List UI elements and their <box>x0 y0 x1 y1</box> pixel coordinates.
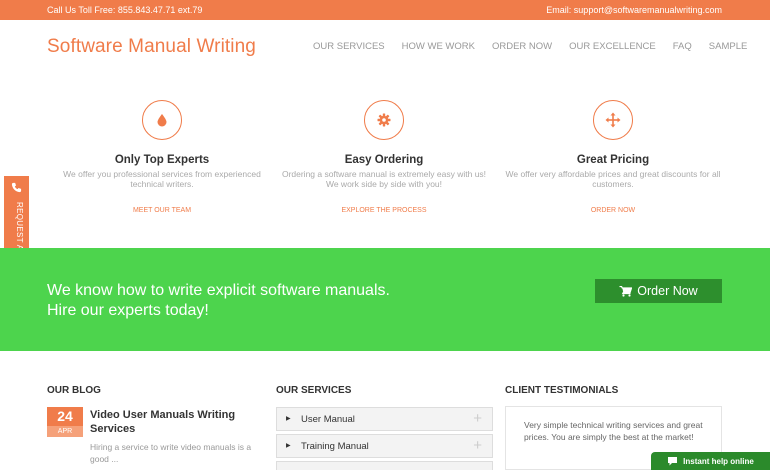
service-item-collapsed[interactable] <box>276 461 493 470</box>
blog-heading: OUR BLOG <box>47 385 101 396</box>
instant-help-chat-button[interactable]: Instant help online <box>651 452 770 470</box>
site-logo[interactable]: Software Manual Writing <box>47 36 256 58</box>
service-item-user-manual[interactable]: ▶ User Manual + <box>276 407 493 431</box>
plus-icon: + <box>473 437 482 454</box>
cta-banner: We know how to write explicit software m… <box>0 248 770 351</box>
nav-order-now[interactable]: ORDER NOW <box>492 41 552 52</box>
caret-right-icon: ▶ <box>286 443 291 449</box>
nav-our-services[interactable]: OUR SERVICES <box>313 41 385 52</box>
banner-line-1: We know how to write explicit software m… <box>47 282 390 299</box>
gear-icon <box>377 113 391 127</box>
nav-sample[interactable]: SAMPLE <box>709 41 748 52</box>
testimonials-heading: CLIENT TESTIMONIALS <box>505 385 619 396</box>
feature-icon-circle <box>364 100 404 140</box>
feature-top-experts: Only Top Experts We offer you profession… <box>52 100 272 214</box>
feature-easy-ordering: Easy Ordering Ordering a software manual… <box>274 100 494 214</box>
feature-icon-circle <box>142 100 182 140</box>
order-now-button[interactable]: Order Now <box>595 279 722 303</box>
chat-bubble-icon <box>668 457 678 466</box>
blog-post-excerpt: Hiring a service to write video manuals … <box>90 442 252 464</box>
caret-right-icon: ▶ <box>286 416 291 422</box>
banner-line-2: Hire our experts today! <box>47 302 209 319</box>
top-bar: Call Us Toll Free: 855.843.47.71 ext.79 … <box>0 0 770 20</box>
explore-process-link[interactable]: EXPLORE THE PROCESS <box>274 207 494 214</box>
nav-our-excellence[interactable]: OUR EXCELLENCE <box>569 41 656 52</box>
site-header: Software Manual Writing OUR SERVICES HOW… <box>0 20 770 70</box>
drop-icon <box>157 114 167 127</box>
feature-title: Easy Ordering <box>344 154 424 166</box>
phone-icon <box>11 182 22 193</box>
feature-description: We offer you professional services from … <box>63 169 261 189</box>
blog-post-title[interactable]: Video User Manuals Writing Services <box>90 408 260 436</box>
feature-title: Great Pricing <box>576 154 650 166</box>
feature-title: Only Top Experts <box>114 154 210 166</box>
main-nav: OUR SERVICES HOW WE WORK ORDER NOW OUR E… <box>313 41 747 52</box>
services-heading: OUR SERVICES <box>276 385 352 396</box>
banner-headline: We know how to write explicit software m… <box>47 281 390 321</box>
feature-description: We offer very affordable prices and grea… <box>505 169 721 189</box>
plus-icon: + <box>473 410 482 427</box>
nav-faq[interactable]: FAQ <box>673 41 692 52</box>
service-label: Training Manual <box>301 441 369 452</box>
order-now-label: Order Now <box>637 284 698 298</box>
service-item-training-manual[interactable]: ▶ Training Manual + <box>276 434 493 458</box>
instant-help-label: Instant help online <box>683 456 754 466</box>
meet-our-team-link[interactable]: MEET OUR TEAM <box>52 207 272 214</box>
cart-icon <box>619 285 633 297</box>
post-date-badge: 24 APR <box>47 407 83 437</box>
nav-how-we-work[interactable]: HOW WE WORK <box>402 41 475 52</box>
feature-great-pricing: Great Pricing We offer very affordable p… <box>503 100 723 214</box>
post-month: APR <box>47 426 83 437</box>
post-day: 24 <box>57 408 73 424</box>
feature-icon-circle <box>593 100 633 140</box>
support-email[interactable]: Email: support@softwaremanualwriting.com <box>546 5 722 15</box>
toll-free-phone: Call Us Toll Free: 855.843.47.71 ext.79 <box>47 5 203 15</box>
service-label: User Manual <box>301 414 355 425</box>
testimonial-quote: Very simple technical writing services a… <box>524 420 703 442</box>
feature-description: Ordering a software manual is extremely … <box>281 169 487 189</box>
move-arrows-icon <box>605 112 621 128</box>
order-now-link[interactable]: ORDER NOW <box>503 207 723 214</box>
